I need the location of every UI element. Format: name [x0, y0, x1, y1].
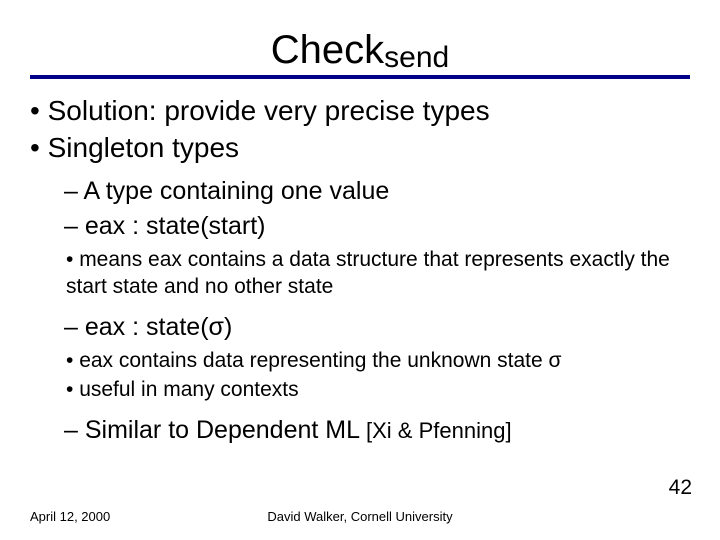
title-subscript: send [384, 41, 449, 74]
slide-number: 42 [669, 476, 692, 500]
bullet-lvl2: eax : state(start) [64, 210, 690, 243]
citation: [Xi & Pfenning] [366, 418, 512, 443]
title-wrap: Checksend [0, 0, 720, 73]
bullet-lvl3: eax contains data representing the unkno… [66, 347, 690, 374]
bullet-lvl2-text: Similar to Dependent ML [85, 416, 366, 444]
bullet-lvl2: A type containing one value [64, 175, 690, 208]
bullet-lvl1: Solution: provide very precise types [30, 93, 690, 128]
bullet-lvl2: Similar to Dependent ML [Xi & Pfenning] [64, 414, 690, 447]
slide-content: Solution: provide very precise types Sin… [0, 79, 720, 446]
slide-title: Checksend [271, 28, 449, 73]
bullet-lvl1: Singleton types [30, 130, 690, 165]
bullet-lvl2: eax : state(σ) [64, 311, 690, 344]
bullet-list-lvl2: Similar to Dependent ML [Xi & Pfenning] [30, 414, 690, 447]
bullet-lvl3: useful in many contexts [66, 376, 690, 403]
bullet-list-lvl2: eax : state(σ) [30, 311, 690, 344]
footer-author: David Walker, Cornell University [0, 509, 720, 524]
bullet-list-lvl2: A type containing one value eax : state(… [30, 175, 690, 242]
bullet-list-lvl1: Solution: provide very precise types Sin… [30, 93, 690, 165]
bullet-list-lvl3: means eax contains a data structure that… [30, 246, 690, 301]
title-main: Check [271, 28, 384, 72]
bullet-lvl3: means eax contains a data structure that… [66, 246, 690, 301]
bullet-list-lvl3: eax contains data representing the unkno… [30, 347, 690, 404]
